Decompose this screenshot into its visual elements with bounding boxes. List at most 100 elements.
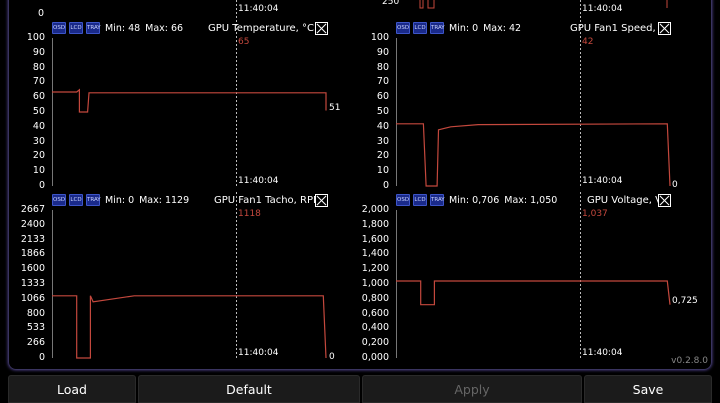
y-tick-label: 60 — [376, 91, 389, 103]
y-tick-label: 0,800 — [361, 292, 389, 304]
graph-canvas — [396, 192, 671, 358]
osd-badge-icon[interactable]: OSD — [52, 22, 66, 34]
y-tick-label: 1,400 — [361, 248, 389, 260]
graph-canvas — [52, 192, 327, 359]
y-tick-label: 60 — [32, 91, 45, 103]
y-tick-label: 80 — [376, 61, 389, 73]
close-graph-icon[interactable] — [658, 22, 671, 35]
y-tick-label: 20 — [376, 150, 389, 162]
y-tick-label: 70 — [32, 76, 45, 88]
current-value: 1118 — [238, 209, 261, 219]
lcd-badge-icon[interactable]: LCD — [69, 194, 83, 206]
save-button[interactable]: Save — [584, 375, 712, 403]
current-value: 1,037 — [582, 209, 608, 219]
graph-canvas — [52, 20, 327, 186]
current-value: 42 — [582, 37, 594, 47]
max-label: Max: — [139, 194, 162, 206]
min-value: 0,706 — [472, 194, 500, 206]
load-button[interactable]: Load — [8, 375, 136, 403]
close-graph-icon[interactable] — [658, 194, 671, 207]
tray-badge-icon[interactable]: TRAY — [430, 194, 445, 206]
osd-badge-icon[interactable]: OSD — [396, 194, 410, 206]
max-value: 42 — [508, 22, 522, 34]
graph-trace — [396, 123, 671, 187]
y-tick-label: 40 — [376, 120, 389, 132]
y-tick-label: 20 — [32, 150, 45, 162]
max-value: 66 — [171, 22, 184, 34]
y-tick-label: 0 — [382, 180, 389, 191]
y-tick-label: 30 — [32, 135, 45, 147]
graph-panel-gpu-fan-tacho: OSD LCD TRAY Min: 0 Max: 1129 GPU Fan1 T… — [0, 192, 360, 363]
osd-badge-icon[interactable]: OSD — [52, 194, 66, 206]
min-label: Min: — [449, 194, 470, 206]
y-tick-label: 1,600 — [361, 233, 389, 245]
max-value: 1129 — [164, 194, 190, 206]
partial-graph-strip: 250 — [236, 0, 668, 18]
y-tick-label: 30 — [376, 135, 389, 147]
y-tick-label: 1600 — [20, 263, 45, 275]
lcd-badge-icon[interactable]: LCD — [413, 22, 427, 34]
y-tick-label: 800 — [26, 307, 45, 319]
tray-badge-icon[interactable]: TRAY — [86, 22, 101, 34]
tray-badge-icon[interactable]: TRAY — [86, 194, 101, 206]
min-label: Min: — [449, 22, 470, 34]
svg-text:250: 250 — [382, 0, 399, 7]
close-graph-icon[interactable] — [315, 22, 328, 35]
graph-canvas — [396, 20, 671, 187]
y-tick-label: 0,400 — [361, 322, 389, 334]
y-tick-label: 1066 — [20, 292, 45, 304]
min-label: Min: — [105, 194, 126, 206]
time-marker: 11:40:04 — [238, 176, 279, 186]
panel-header: OSD LCD TRAY Min: 0 Max: 42 — [396, 20, 521, 36]
graph-panel-gpu-temperature: OSD LCD TRAY Min: 48 Max: 66 GPU Tempera… — [0, 20, 360, 191]
panel-header: OSD LCD TRAY Min: 48 Max: 66 — [52, 20, 183, 36]
y-tick-label: 2,000 — [361, 204, 389, 215]
y-tick-label: 70 — [376, 76, 389, 88]
graph-panel-gpu-voltage: OSD LCD TRAY Min: 0,706 Max: 1,050 GPU V… — [344, 192, 720, 363]
y-tick-label: 0 — [38, 352, 45, 363]
panel-header: OSD LCD TRAY Min: 0 Max: 1129 — [52, 192, 189, 208]
graph-panel-gpu-fan-speed: OSD LCD TRAY Min: 0 Max: 42 GPU Fan1 Spe… — [344, 20, 720, 191]
y-tick-label: 266 — [26, 337, 45, 349]
min-value: 48 — [128, 22, 141, 34]
y-tick-label: 100 — [370, 32, 389, 43]
end-value: 0 — [329, 352, 335, 362]
y-tick-label: 0,200 — [361, 337, 389, 349]
graph-title: GPU Fan1 Speed, % — [570, 22, 669, 34]
graph-title: GPU Fan1 Tacho, RPM — [214, 194, 322, 206]
y-tick-label: 10 — [376, 165, 389, 177]
y-tick-label: 40 — [32, 120, 45, 132]
y-tick-label: 1333 — [20, 278, 45, 289]
default-button[interactable]: Default — [138, 375, 360, 403]
tray-badge-icon[interactable]: TRAY — [430, 22, 445, 34]
time-marker: 11:40:04 — [582, 348, 623, 358]
y-tick-label: 90 — [376, 46, 389, 58]
y-tick-label: 2400 — [20, 218, 45, 230]
button-bar: Load Default Apply Save — [8, 375, 712, 403]
close-graph-icon[interactable] — [315, 194, 328, 207]
y-tick-label: 0,000 — [361, 352, 389, 363]
time-marker: 11:40:04 — [582, 176, 623, 186]
lcd-badge-icon[interactable]: LCD — [69, 22, 83, 34]
y-tick-label: 50 — [376, 106, 389, 117]
apply-button[interactable]: Apply — [362, 375, 582, 403]
graph-trace — [396, 280, 671, 306]
y-tick-label: 2133 — [20, 233, 45, 245]
max-label: Max: — [504, 194, 528, 206]
min-label: Min: — [105, 22, 126, 34]
graph-trace — [52, 88, 327, 113]
graph-title: GPU Voltage, V — [587, 194, 662, 206]
version-label: v0.2.8.0 — [671, 356, 708, 366]
y-tick-label: 2667 — [20, 204, 45, 215]
current-value: 65 — [238, 37, 250, 47]
y-tick-label: 0 — [38, 180, 45, 191]
y-tick-label: 80 — [32, 61, 45, 73]
min-value: 0 — [128, 194, 135, 206]
y-tick-label: 1,000 — [361, 278, 389, 289]
y-tick-label: 1,800 — [361, 218, 389, 230]
osd-badge-icon[interactable]: OSD — [396, 22, 410, 34]
y-tick-label: 1,200 — [361, 263, 389, 275]
lcd-badge-icon[interactable]: LCD — [413, 194, 427, 206]
end-value: 51 — [329, 103, 341, 113]
y-tick-label: 50 — [32, 106, 45, 117]
